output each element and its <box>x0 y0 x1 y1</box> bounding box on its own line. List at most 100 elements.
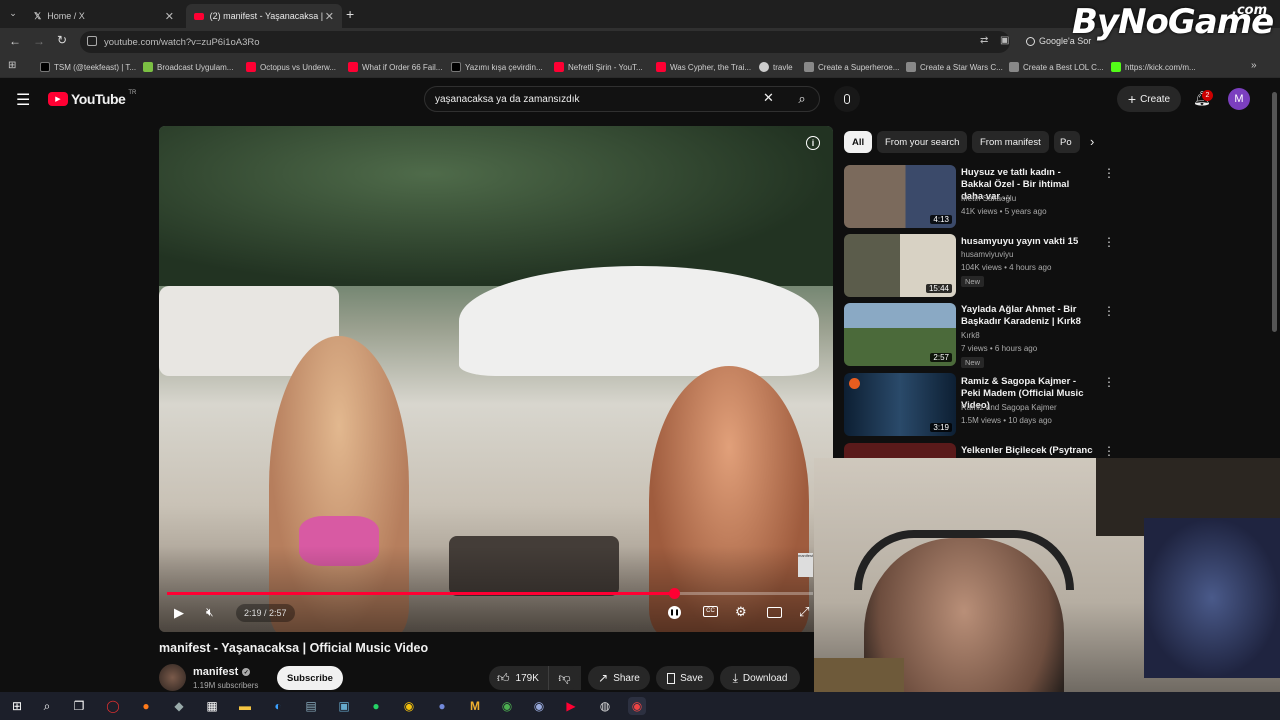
bookmark-item[interactable]: Nefretli Şirin - YouT... <box>554 60 643 74</box>
bookmark-item[interactable]: https://kick.com/m... <box>1111 60 1196 74</box>
x-logo-icon: 𝕏 <box>34 10 42 21</box>
app-icon[interactable]: ▤ <box>302 697 320 715</box>
create-button[interactable]: + Create <box>1117 86 1181 112</box>
rec-channel[interactable]: Ramiz and Sagopa Kajmer <box>961 401 1057 414</box>
progress-track[interactable] <box>167 592 813 595</box>
task-view-icon[interactable]: ❐ <box>70 697 88 715</box>
app-icon[interactable]: ◆ <box>170 697 188 715</box>
tab-search-icon[interactable]: ⌄ <box>6 6 20 20</box>
whatsapp-icon[interactable]: ● <box>367 697 385 715</box>
rec-channel[interactable]: Metin Sakaoğlu <box>961 192 1016 205</box>
rec-channel[interactable]: husamviyuviyu <box>961 248 1013 261</box>
bookmark-item[interactable]: travle <box>759 60 793 74</box>
apps-grid-icon[interactable]: ⊞ <box>8 60 16 71</box>
page-scrollbar[interactable] <box>1272 92 1277 332</box>
new-badge: New <box>961 276 985 287</box>
youtube-logo[interactable]: ▶ YouTube TR <box>48 90 136 107</box>
bookmark-item[interactable]: Create a Star Wars C... <box>906 60 1003 74</box>
channel-avatar[interactable] <box>159 664 186 691</box>
opera-icon[interactable]: ◯ <box>104 697 122 715</box>
bookmark-item[interactable]: What if Order 66 Fail... <box>348 60 442 74</box>
thumbs-down-icon: 👎︎ <box>558 670 571 685</box>
search-icon[interactable]: ⌕ <box>788 86 816 112</box>
captions-icon[interactable]: CC <box>703 606 718 617</box>
autoplay-toggle[interactable]: ❚❚ <box>668 606 681 619</box>
mute-icon[interactable]: 🔇︎ <box>206 605 214 620</box>
mic-icon[interactable] <box>834 86 860 112</box>
chevron-right-icon[interactable]: › <box>1090 134 1094 149</box>
app-icon[interactable]: ▣ <box>335 697 353 715</box>
search-input[interactable]: yaşanacaksa ya da zamansızdık <box>424 86 820 112</box>
rec-title[interactable]: Yelkenler Biçilecek (Psytrance <box>961 445 1093 457</box>
youtube-app-icon[interactable]: ▶ <box>562 697 580 715</box>
rec-thumbnail[interactable] <box>844 443 956 458</box>
search-icon[interactable]: ⌕ <box>38 697 56 715</box>
play-icon[interactable]: ▶ <box>174 605 184 621</box>
more-vert-icon[interactable]: ⋮ <box>1103 235 1115 249</box>
chrome-icon[interactable]: ◉ <box>400 697 418 715</box>
menu-icon[interactable]: ☰ <box>16 90 30 110</box>
rec-title[interactable]: husamyuyu yayın vakti 15 <box>961 236 1093 248</box>
save-button[interactable]: Save <box>656 666 714 690</box>
store-icon[interactable]: ▦ <box>203 697 221 715</box>
more-vert-icon[interactable]: ⋮ <box>1103 166 1115 180</box>
back-icon[interactable]: ← <box>9 34 21 48</box>
bookmark-item[interactable]: Create a Best LOL C... <box>1009 60 1104 74</box>
site-info-icon[interactable] <box>87 36 97 46</box>
more-vert-icon[interactable]: ⋮ <box>1103 444 1115 458</box>
new-tab-icon[interactable]: + <box>346 6 354 22</box>
screenshot-icon[interactable]: ▣ <box>1000 35 1009 46</box>
bookmark-item[interactable]: TSM (@teekfeast) | T... <box>40 60 136 74</box>
bookmark-item[interactable]: Broadcast Uygulam... <box>143 60 233 74</box>
close-icon[interactable]: ✕ <box>325 10 334 23</box>
app-icon[interactable]: M <box>466 697 484 715</box>
edge-icon[interactable]: ◐ <box>269 697 287 715</box>
bookmark-item[interactable]: Create a Superheroe... <box>804 60 899 74</box>
channel-name-row[interactable]: manifest ✓ <box>193 666 251 678</box>
download-button[interactable]: ⤓ Download <box>720 666 800 690</box>
app-icon[interactable]: ◍ <box>596 697 614 715</box>
chip-overflow[interactable]: Po <box>1054 131 1080 153</box>
rec-channel[interactable]: Kırk8 <box>961 329 980 342</box>
file-explorer-icon[interactable]: ▬ <box>236 697 254 715</box>
rec-thumbnail[interactable]: 3:19 <box>844 373 956 436</box>
firefox-icon[interactable]: ● <box>137 697 155 715</box>
thumbs-up-icon: 👍︎ <box>497 670 510 685</box>
avatar[interactable]: M <box>1228 88 1250 110</box>
rec-thumbnail[interactable]: 4:13 <box>844 165 956 228</box>
clear-search-icon[interactable]: ✕ <box>763 90 774 106</box>
chip-from-manifest[interactable]: From manifest <box>972 131 1049 153</box>
windows-start-icon[interactable]: ⊞ <box>8 697 26 715</box>
more-vert-icon[interactable]: ⋮ <box>1103 304 1115 318</box>
plus-icon: + <box>1127 91 1137 107</box>
info-icon[interactable]: i <box>806 136 820 150</box>
video-player[interactable] <box>159 126 833 632</box>
bookmarks-overflow-icon[interactable]: » <box>1251 60 1257 71</box>
tab-home-x[interactable]: 𝕏 Home / X ✕ <box>26 4 182 28</box>
bookmark-item[interactable]: Yazımı kışa çevirdin... <box>451 60 543 74</box>
steam-icon[interactable]: ◉ <box>530 697 548 715</box>
translate-icon[interactable]: ⇄ <box>980 35 988 46</box>
theater-mode-icon[interactable] <box>767 607 782 618</box>
close-icon[interactable]: ✕ <box>165 10 174 23</box>
reload-icon[interactable]: ↻ <box>57 33 67 47</box>
forward-icon[interactable]: → <box>33 34 45 48</box>
settings-icon[interactable]: ⚙ <box>735 604 747 620</box>
discord-icon[interactable]: ● <box>433 697 451 715</box>
url-bar[interactable]: youtube.com/watch?v=zuP6i1oA3Ro <box>80 31 1010 53</box>
dislike-button[interactable]: 👎︎ <box>548 666 580 690</box>
tab-youtube[interactable]: (2) manifest - Yaşanacaksa | Offi ✕ <box>186 4 342 28</box>
rec-title[interactable]: Yaylada Ağlar Ahmet - Bir Başkadır Karad… <box>961 304 1093 328</box>
fullscreen-icon[interactable]: ⤢ <box>799 604 809 620</box>
rec-thumbnail[interactable]: 15:44 <box>844 234 956 297</box>
chip-all[interactable]: All <box>844 131 873 153</box>
subscribe-button[interactable]: Subscribe <box>277 666 343 690</box>
chrome-icon[interactable]: ◉ <box>498 697 516 715</box>
chrome-icon[interactable]: ◉ <box>628 697 646 715</box>
bookmark-item[interactable]: Octopus vs Underw... <box>246 60 336 74</box>
more-vert-icon[interactable]: ⋮ <box>1103 375 1115 389</box>
bookmark-item[interactable]: Was Cypher, the Trai... <box>656 60 751 74</box>
chip-from-your-search[interactable]: From your search <box>877 131 968 153</box>
rec-thumbnail[interactable]: 2:57 <box>844 303 956 366</box>
share-button[interactable]: ↗ Share <box>588 666 650 690</box>
